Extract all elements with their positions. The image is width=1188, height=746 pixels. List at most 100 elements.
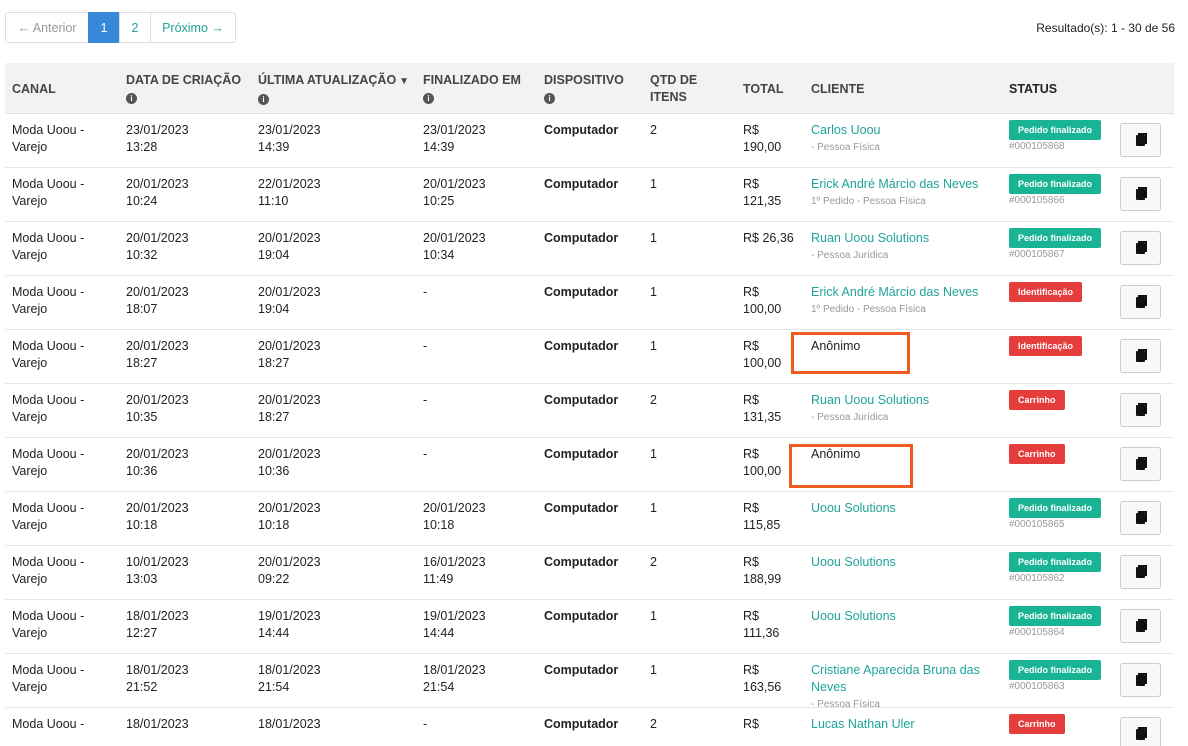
cell-text: 18/01/2023 <box>126 663 189 677</box>
cell-text: 20/01/2023 <box>126 393 189 407</box>
customer-link[interactable]: Uoou Solutions <box>811 608 1001 625</box>
cell-status: Carrinho <box>1009 714 1065 734</box>
column-header-data-criacao[interactable]: DATA DE CRIAÇÃO i <box>126 72 241 106</box>
table-row[interactable]: Moda Uoou - 18/01/2023 18/01/2023 - Computad… <box>5 708 1174 746</box>
column-header-dispositivo[interactable]: DISPOSITIVO i <box>544 72 624 106</box>
info-icon[interactable]: i <box>126 93 137 104</box>
cell-total: R$ 26,36 <box>743 230 803 247</box>
cell-text: R$ <box>743 555 759 569</box>
cell-text: 20/01/2023 <box>258 339 321 353</box>
cell-text: 11:49 <box>423 572 454 586</box>
view-order-button[interactable] <box>1120 285 1161 319</box>
cell-text: R$ <box>743 393 759 407</box>
cell-finalizado-em: 20/01/2023 10:25 <box>423 176 533 210</box>
cell-text: 13:28 <box>126 140 158 154</box>
table-row[interactable]: Moda Uoou - Varejo 20/01/2023 10:24 22/01/20… <box>5 168 1174 222</box>
table-row[interactable]: Moda Uoou - Varejo 23/01/2023 13:28 23/01/20… <box>5 114 1174 168</box>
column-header-canal[interactable]: CANAL <box>12 81 56 98</box>
cell-text: R$ <box>743 339 759 353</box>
column-header-total[interactable]: TOTAL <box>743 81 784 98</box>
cell-text: Varejo <box>12 464 48 478</box>
view-order-button[interactable] <box>1120 501 1161 535</box>
cell-qtd-itens: 2 <box>650 393 657 407</box>
orders-table: CANAL DATA DE CRIAÇÃO i ÚLTIMA ATUALIZAÇÃ… <box>5 63 1174 746</box>
cell-dispositivo: Computador <box>544 501 619 515</box>
cell-text: 21:52 <box>126 680 158 694</box>
customer-link[interactable]: Carlos Uoou <box>811 122 1001 139</box>
cell-dispositivo: Computador <box>544 123 619 137</box>
view-order-button[interactable] <box>1120 555 1161 589</box>
view-order-button[interactable] <box>1120 339 1161 373</box>
cell-status: Pedido finalizado #000105864 <box>1009 606 1102 640</box>
column-header-ultima-atualizacao[interactable]: ÚLTIMA ATUALIZAÇÃO ▼ i <box>258 72 409 107</box>
customer-link[interactable]: Erick André Márcio das Neves <box>811 284 1001 301</box>
cell-text: 22/01/2023 <box>258 177 321 191</box>
cell-text: Moda Uoou - <box>12 501 85 515</box>
cell-cliente: Carlos Uoou - Pessoa Física <box>811 122 1001 156</box>
document-icon <box>1136 618 1147 632</box>
cell-total: R$ 190,00 <box>743 122 803 156</box>
cell-status: Pedido finalizado #000105867 <box>1009 228 1102 262</box>
cell-cliente: Ruan Uoou Solutions - Pessoa Jurídica <box>811 392 1001 426</box>
customer-link[interactable]: Uoou Solutions <box>811 554 1001 571</box>
cell-dispositivo: Computador <box>544 555 619 569</box>
cell-text: R$ <box>743 123 759 137</box>
customer-link[interactable]: Cristiane Aparecida Bruna das Neves <box>811 662 1001 696</box>
cell-text: 10:36 <box>126 464 158 478</box>
column-header-finalizado-em[interactable]: FINALIZADO EM i <box>423 72 521 106</box>
cell-text: 18/01/2023 <box>258 717 321 731</box>
column-header-cliente[interactable]: CLIENTE <box>811 81 864 98</box>
cell-text: - <box>423 393 428 407</box>
cell-cliente: Anônimo <box>811 446 1001 463</box>
cell-canal: Moda Uoou - <box>12 716 112 733</box>
customer-link[interactable]: Uoou Solutions <box>811 500 1001 517</box>
document-icon <box>1136 348 1147 362</box>
cell-data-criacao: 20/01/2023 10:32 <box>126 230 236 264</box>
cell-total: R$ 100,00 <box>743 446 803 480</box>
view-order-button[interactable] <box>1120 663 1161 697</box>
cell-text: 20/01/2023 <box>258 447 321 461</box>
info-icon[interactable]: i <box>423 93 434 104</box>
table-row[interactable]: Moda Uoou - Varejo 20/01/2023 18:07 20/01/20… <box>5 276 1174 330</box>
view-order-button[interactable] <box>1120 231 1161 265</box>
pagination-prev-button[interactable]: ← Anterior <box>5 12 89 43</box>
table-row[interactable]: Moda Uoou - Varejo 20/01/2023 10:32 20/01/20… <box>5 222 1174 276</box>
view-order-button[interactable] <box>1120 609 1161 643</box>
cell-data-criacao: 20/01/2023 10:36 <box>126 446 236 480</box>
table-row[interactable]: Moda Uoou - Varejo 20/01/2023 10:35 20/01/20… <box>5 384 1174 438</box>
view-order-button[interactable] <box>1120 393 1161 427</box>
pagination-next-button[interactable]: Próximo → <box>150 12 236 43</box>
cell-total: R$ 111,36 <box>743 608 803 642</box>
cell-status: Identificação <box>1009 282 1083 302</box>
view-order-button[interactable] <box>1120 717 1161 746</box>
cell-dispositivo: Computador <box>544 393 619 407</box>
customer-link[interactable]: Ruan Uoou Solutions <box>811 230 1001 247</box>
cell-text: 23/01/2023 <box>258 123 321 137</box>
column-header-status[interactable]: STATUS <box>1009 81 1057 98</box>
cell-status: Pedido finalizado #000105868 <box>1009 120 1102 154</box>
table-row[interactable]: Moda Uoou - Varejo 10/01/2023 13:03 20/01/20… <box>5 546 1174 600</box>
column-header-qtd-itens[interactable]: QTD DE ITENS <box>650 72 710 106</box>
chevron-down-icon[interactable]: ▼ <box>399 73 409 90</box>
pagination-page-1[interactable]: 1 <box>88 12 120 43</box>
info-icon[interactable]: i <box>544 93 555 104</box>
table-row[interactable]: Moda Uoou - Varejo 20/01/2023 10:18 20/01/20… <box>5 492 1174 546</box>
table-row[interactable]: Moda Uoou - Varejo 20/01/2023 18:27 20/01/20… <box>5 330 1174 384</box>
customer-link[interactable]: Ruan Uoou Solutions <box>811 392 1001 409</box>
cell-text: R$ <box>743 663 759 677</box>
table-row[interactable]: Moda Uoou - Varejo 20/01/2023 10:36 20/01/20… <box>5 438 1174 492</box>
info-icon[interactable]: i <box>258 94 269 105</box>
pagination-page-2[interactable]: 2 <box>119 12 151 43</box>
table-row[interactable]: Moda Uoou - Varejo 18/01/2023 12:27 19/01/20… <box>5 600 1174 654</box>
cell-qtd-itens: 1 <box>650 231 657 245</box>
customer-link[interactable]: Lucas Nathan Uler <box>811 716 1001 733</box>
customer-link[interactable]: Erick André Márcio das Neves <box>811 176 1001 193</box>
cell-text: 19:04 <box>258 302 290 316</box>
view-order-button[interactable] <box>1120 447 1161 481</box>
table-header: CANAL DATA DE CRIAÇÃO i ÚLTIMA ATUALIZAÇÃ… <box>5 63 1174 114</box>
view-order-button[interactable] <box>1120 123 1161 157</box>
view-order-button[interactable] <box>1120 177 1161 211</box>
cell-text: Moda Uoou - <box>12 447 85 461</box>
table-row[interactable]: Moda Uoou - Varejo 18/01/2023 21:52 18/01/20… <box>5 654 1174 710</box>
cell-canal: Moda Uoou - Varejo <box>12 338 112 372</box>
